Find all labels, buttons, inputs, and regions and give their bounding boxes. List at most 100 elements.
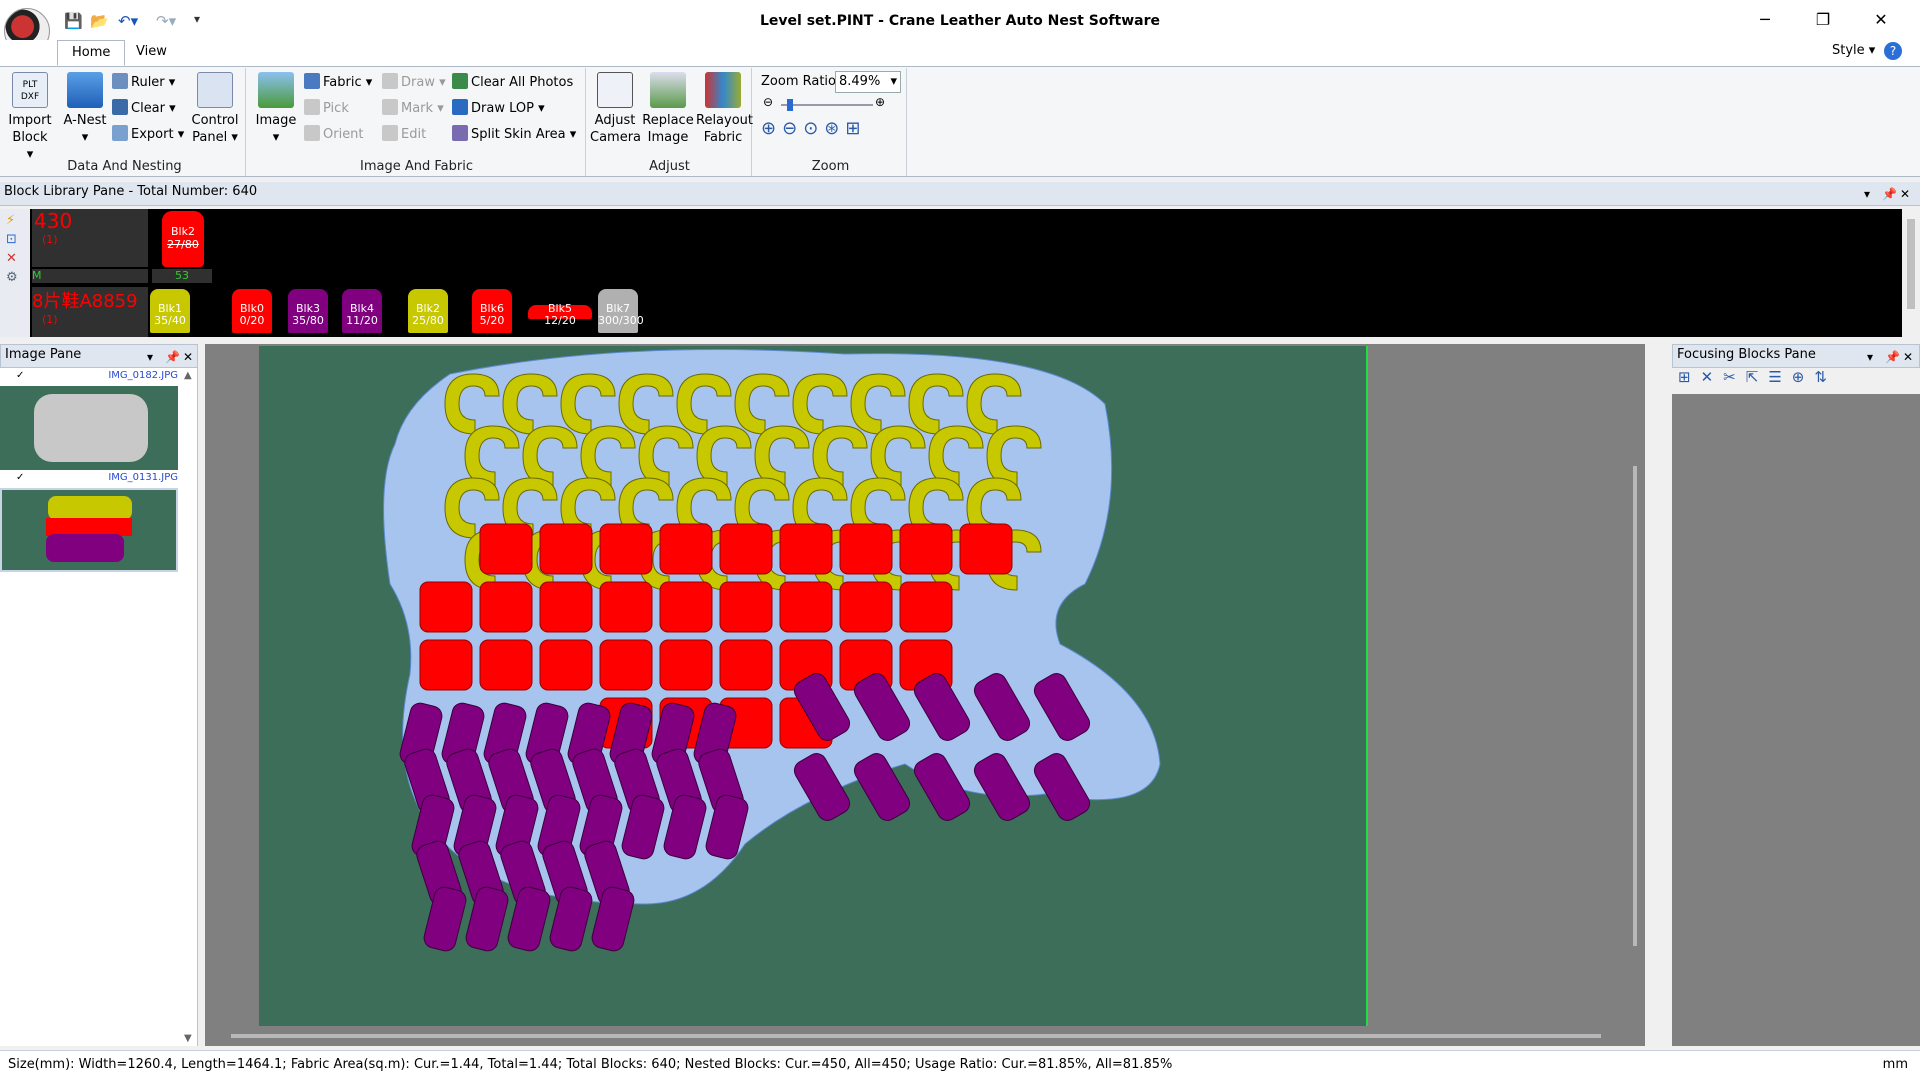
check-icon[interactable]: ✓ (16, 370, 24, 381)
help-icon[interactable]: ? (1884, 42, 1902, 60)
block-tile[interactable]: Blk4 11/20 (342, 289, 382, 333)
pane-close-icon[interactable]: ✕ (183, 347, 193, 367)
red-block[interactable] (719, 581, 773, 633)
image-pane-scrollbar[interactable]: ▲ ▼ (182, 368, 196, 1046)
focus-delete-icon[interactable]: ✕ (1701, 368, 1724, 386)
red-block[interactable] (419, 581, 473, 633)
zoom-slider[interactable]: ⊖ ⊕ (763, 95, 891, 112)
red-block[interactable] (719, 523, 773, 575)
check-icon[interactable]: ✓ (16, 472, 24, 483)
fabric-button[interactable]: Fabric ▾ (304, 72, 372, 94)
focus-zoom-icon[interactable]: ⊕ (1792, 368, 1815, 386)
adjust-camera-button[interactable]: Adjust Camera (590, 72, 641, 146)
restore-button[interactable]: ❐ (1800, 6, 1846, 34)
red-block[interactable] (539, 581, 593, 633)
block-tile[interactable]: Blk2 25/80 (408, 289, 448, 333)
clear-button[interactable]: Clear ▾ (112, 98, 176, 120)
focus-sort-icon[interactable]: ⇅ (1814, 368, 1837, 386)
edit-button[interactable]: Edit (382, 124, 426, 146)
draw-button[interactable]: Draw ▾ (382, 72, 446, 94)
canvas-vscrollbar[interactable] (1629, 348, 1641, 1028)
zoom-in-icon[interactable]: ⊕ (761, 118, 782, 139)
image-thumbnail-2[interactable] (0, 488, 178, 572)
block-tile[interactable]: Blk1 35/40 (150, 289, 190, 333)
control-panel-button[interactable]: Control Panel ▾ (188, 72, 242, 146)
canvas-hscrollbar[interactable] (209, 1030, 1629, 1042)
block-tile-top[interactable]: Blk2 27/80 (162, 211, 204, 267)
focus-select-icon[interactable]: ☰ (1768, 368, 1791, 386)
zoom-window-icon[interactable]: ⊛ (824, 118, 845, 139)
block-tile[interactable]: Blk6 5/20 (472, 289, 512, 333)
image-thumbnail-1[interactable] (0, 386, 178, 470)
focus-cut-icon[interactable]: ✂ (1723, 368, 1746, 386)
a-nest-button[interactable]: A-Nest ▾ (60, 72, 110, 146)
zoom-out-icon[interactable]: ⊖ (782, 118, 803, 139)
minimize-button[interactable]: ─ (1742, 6, 1788, 34)
red-block[interactable] (419, 639, 473, 691)
vscroll-thumb[interactable] (1633, 466, 1637, 946)
block-tile[interactable]: Blk5 12/20 (528, 303, 592, 327)
ruler-button[interactable]: Ruler ▾ (112, 72, 175, 94)
image-button[interactable]: Image ▾ (252, 72, 300, 146)
pane-menu-icon[interactable]: ▾ (147, 347, 153, 367)
red-block[interactable] (479, 581, 533, 633)
block-tile[interactable]: Blk0 0/20 (232, 289, 272, 333)
scroll-up-icon[interactable]: ▲ (184, 370, 192, 381)
pick-button[interactable]: Pick (304, 98, 349, 120)
orient-button[interactable]: Orient (304, 124, 364, 146)
lightning-icon[interactable]: ⚡ (6, 213, 24, 228)
tab-home[interactable]: Home (57, 40, 126, 66)
pin-icon[interactable]: 📌 (1882, 184, 1897, 204)
relayout-fabric-button[interactable]: Relayout Fabric (696, 72, 753, 146)
red-block[interactable] (779, 523, 833, 575)
red-block[interactable] (659, 523, 713, 575)
pane-close-icon[interactable]: ✕ (1900, 184, 1910, 204)
settings-icon[interactable]: ⚙ (6, 270, 24, 285)
block-tile[interactable]: Blk3 35/80 (288, 289, 328, 333)
focus-export-icon[interactable]: ⇱ (1746, 368, 1769, 386)
red-block[interactable] (599, 639, 653, 691)
red-block[interactable] (539, 639, 593, 691)
red-block[interactable] (959, 523, 1013, 575)
zoom-all-icon[interactable]: ⊞ (845, 118, 866, 139)
block-tile[interactable]: Blk7 300/300 (598, 289, 644, 333)
hscroll-thumb[interactable] (231, 1034, 1601, 1038)
block-library-scrollbar[interactable] (1902, 209, 1920, 337)
red-block[interactable] (599, 581, 653, 633)
red-block[interactable] (479, 639, 533, 691)
red-block[interactable] (659, 581, 713, 633)
pane-menu-icon[interactable]: ▾ (1867, 347, 1873, 367)
nesting-drawing[interactable] (205, 344, 1645, 1046)
zoom-out-small-icon[interactable]: ⊖ (763, 95, 773, 109)
pane-close-icon[interactable]: ✕ (1903, 347, 1913, 367)
mark-button[interactable]: Mark ▾ (382, 98, 444, 120)
split-skin-area-button[interactable]: Split Skin Area ▾ (452, 124, 576, 146)
nesting-canvas[interactable] (205, 344, 1645, 1046)
focus-add-icon[interactable]: ⊞ (1678, 368, 1701, 386)
fit-icon[interactable]: ⊡ (6, 232, 24, 247)
red-block[interactable] (899, 581, 953, 633)
replace-image-button[interactable]: Replace Image (642, 72, 694, 146)
pin-icon[interactable]: 📌 (1885, 347, 1900, 367)
red-block[interactable] (479, 523, 533, 575)
zoom-ratio-select[interactable]: 8.49% ▾ (835, 71, 901, 93)
draw-lop-button[interactable]: Draw LOP ▾ (452, 98, 545, 120)
red-block[interactable] (839, 581, 893, 633)
red-block[interactable] (779, 581, 833, 633)
clear-all-photos-button[interactable]: Clear All Photos (452, 72, 573, 94)
style-menu[interactable]: Style ▾ (1832, 43, 1875, 58)
red-block[interactable] (599, 523, 653, 575)
delete-icon[interactable]: ✕ (6, 251, 24, 266)
import-block-button[interactable]: PLT DXF Import Block ▾ (8, 72, 52, 163)
zoom-in-small-icon[interactable]: ⊕ (875, 95, 885, 109)
red-block[interactable] (719, 639, 773, 691)
zoom-slider-thumb[interactable] (787, 99, 793, 111)
pane-menu-icon[interactable]: ▾ (1864, 184, 1870, 204)
scrollbar-thumb[interactable] (1907, 219, 1915, 309)
close-button[interactable]: ✕ (1858, 6, 1904, 34)
red-block[interactable] (899, 523, 953, 575)
block-group-2[interactable]: 8片鞋A8859 (1) (32, 287, 148, 337)
export-button[interactable]: Export ▾ (112, 124, 184, 146)
tab-view[interactable]: View (122, 40, 181, 66)
scroll-down-icon[interactable]: ▼ (184, 1033, 192, 1044)
